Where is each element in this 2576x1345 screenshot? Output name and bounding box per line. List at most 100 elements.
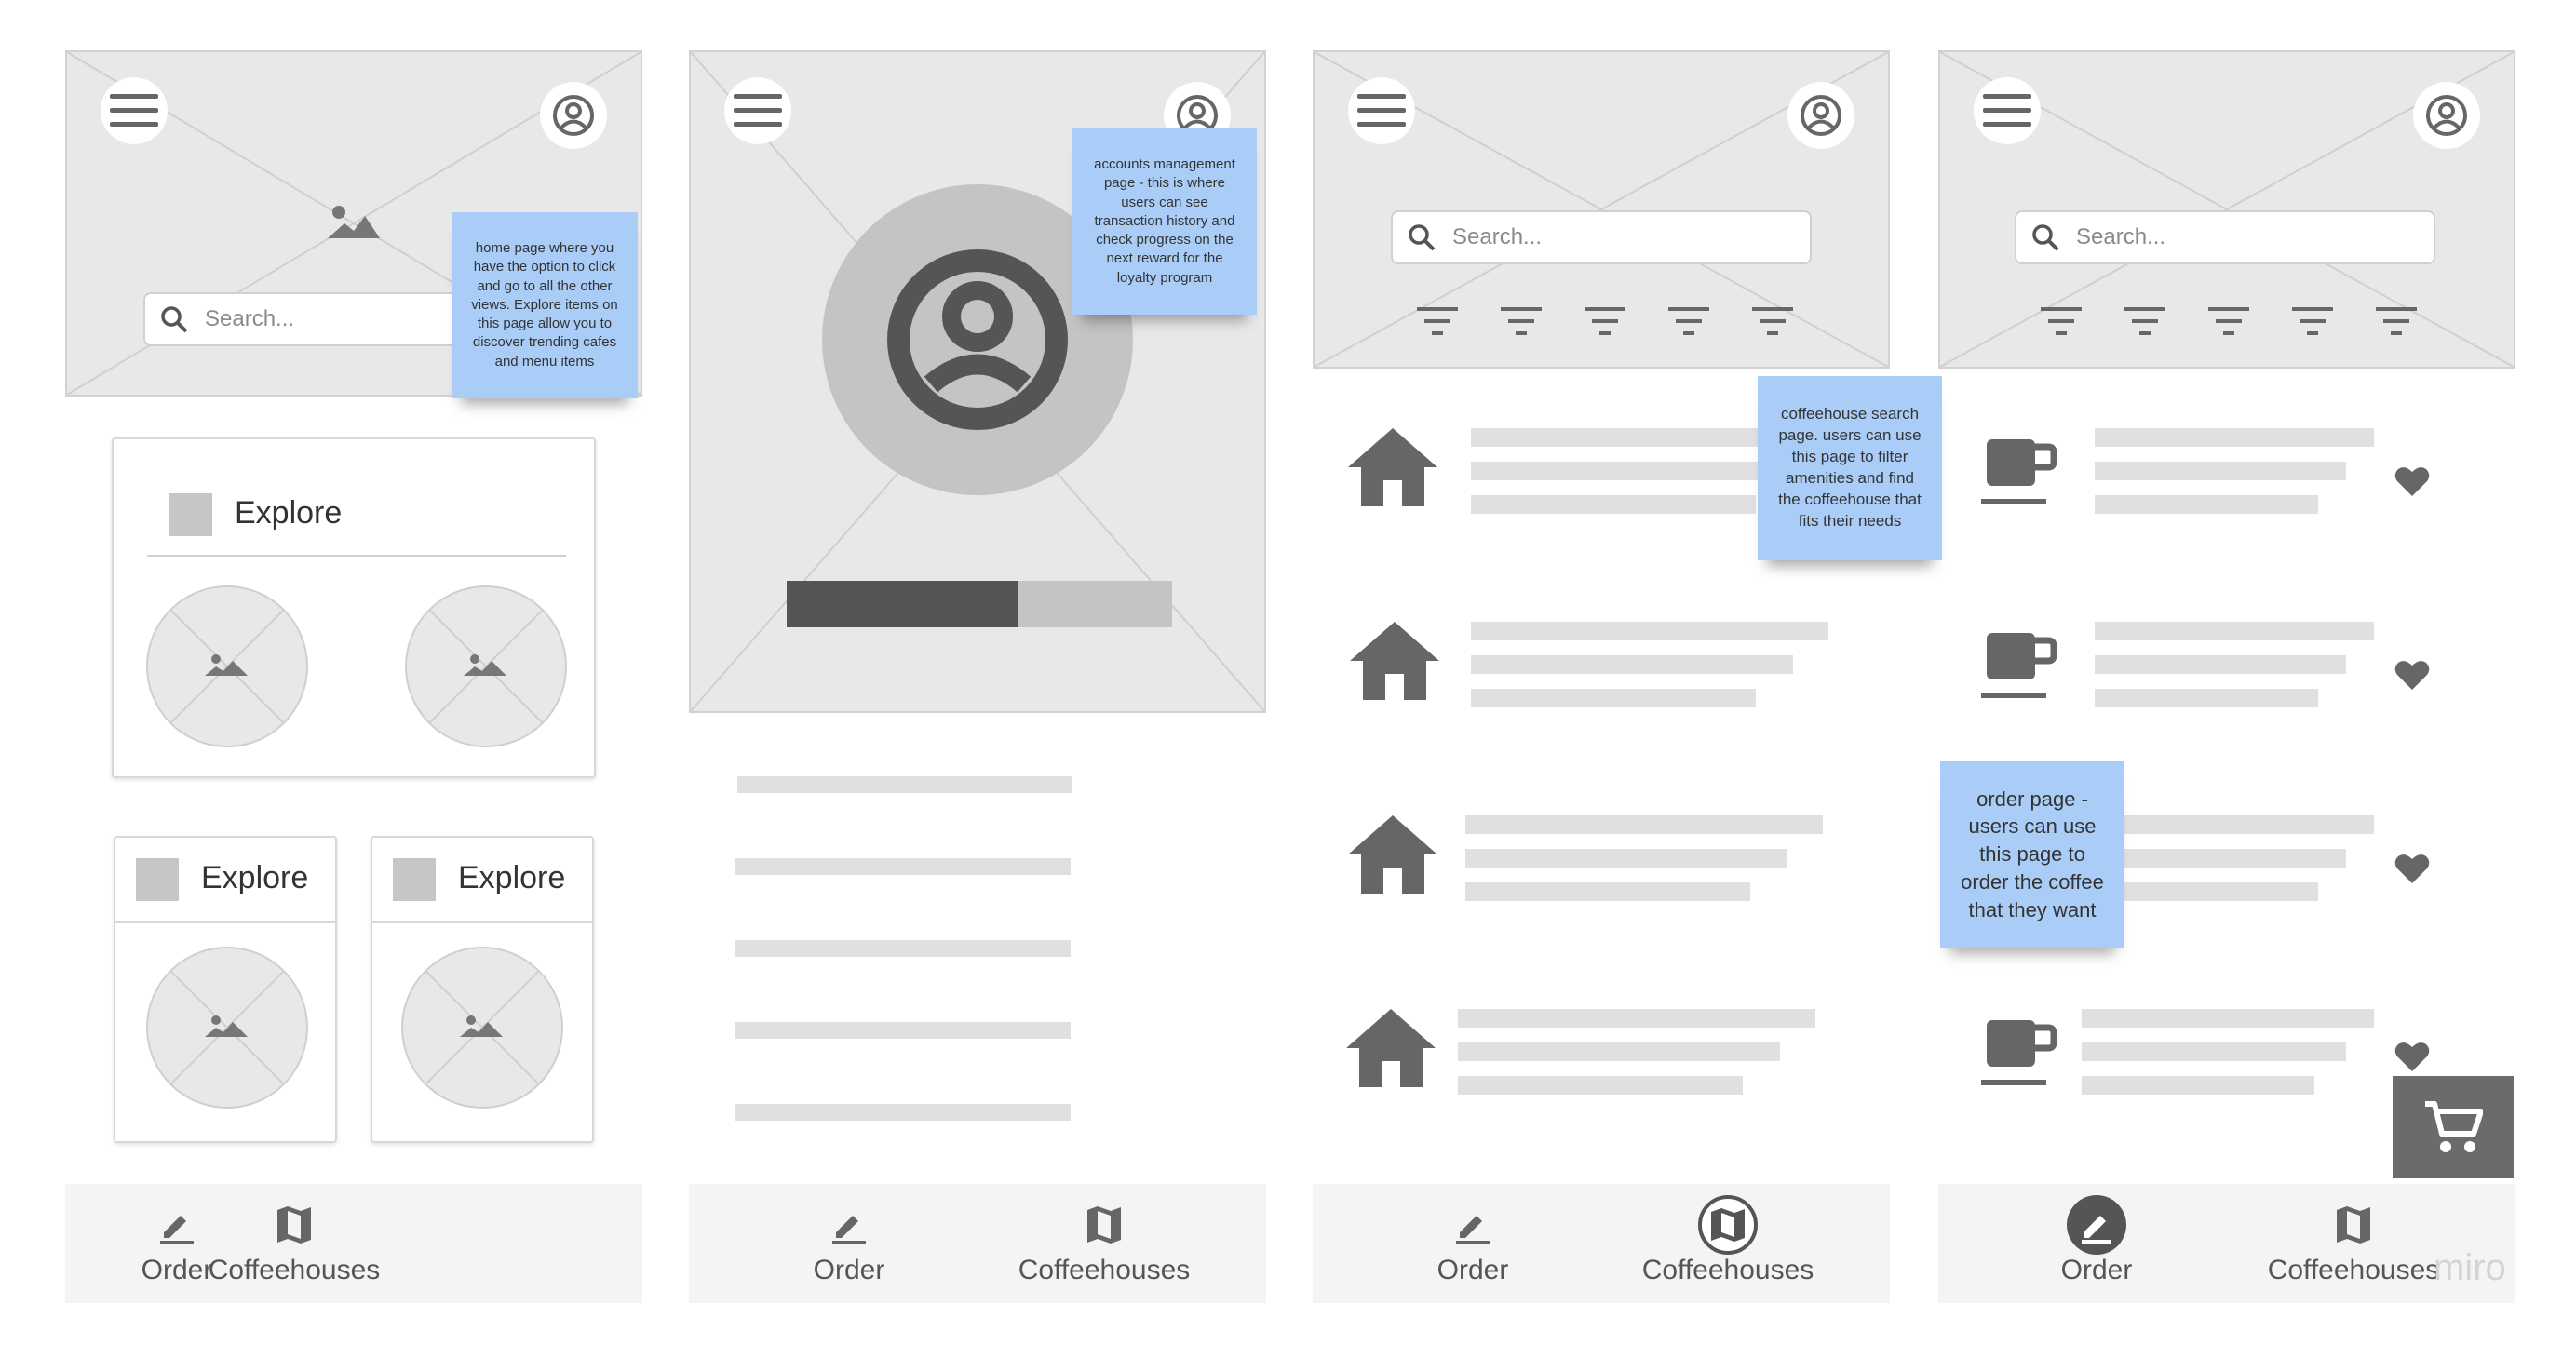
account-icon: [2426, 95, 2467, 136]
explore-card-large[interactable]: Explore: [112, 437, 596, 778]
explore-thumbnail[interactable]: [400, 946, 564, 1110]
nav-order[interactable]: Order: [737, 1204, 961, 1286]
heart-icon[interactable]: [2394, 1041, 2430, 1072]
explore-square: [169, 493, 212, 536]
home-icon: [1350, 622, 1439, 700]
explore-thumbnail[interactable]: [145, 946, 309, 1110]
coffeehouse-result[interactable]: [1348, 618, 1832, 711]
explore-title: Explore: [201, 860, 309, 895]
bottom-nav: Order Coffeehouses: [65, 1184, 642, 1303]
coffeehouse-result[interactable]: [1346, 812, 1830, 905]
filter-icon[interactable]: [1501, 307, 1542, 337]
filter-icon[interactable]: [1417, 307, 1458, 337]
result-line: [1458, 1042, 1780, 1061]
coffeehouse-result[interactable]: [1344, 1005, 1828, 1098]
nav-coffeehouses[interactable]: Coffeehouses: [164, 1204, 425, 1286]
filter-icon[interactable]: [2292, 307, 2333, 337]
search-input[interactable]: [1450, 223, 1756, 251]
result-line: [1458, 1009, 1815, 1028]
search-icon: [1409, 224, 1436, 251]
explore-card-small[interactable]: Explore: [114, 836, 337, 1143]
coffee-cup-icon: [1981, 1020, 2057, 1085]
bottom-nav: Order Coffeehouses: [1313, 1184, 1890, 1303]
nav-coffeehouses[interactable]: Coffeehouses: [1598, 1195, 1858, 1286]
pencil-icon: [1456, 1216, 1490, 1244]
item-line: [2095, 655, 2346, 674]
result-line: [1471, 689, 1756, 707]
hamburger-icon: [1357, 94, 1406, 127]
transaction-row[interactable]: [735, 940, 1071, 957]
coffeehouse-search-bar[interactable]: [1391, 210, 1812, 264]
home-icon: [1346, 1009, 1436, 1087]
home-icon: [1348, 428, 1437, 506]
menu-button[interactable]: [1348, 77, 1415, 144]
result-line: [1465, 882, 1750, 901]
map-icon: [277, 1206, 311, 1244]
explore-thumbnail[interactable]: [404, 585, 568, 748]
transaction-row[interactable]: [737, 776, 1072, 793]
home-search-bar[interactable]: [143, 292, 475, 346]
cart-button[interactable]: [2393, 1076, 2514, 1178]
filter-icon[interactable]: [2376, 307, 2417, 337]
item-line: [2095, 462, 2346, 480]
filter-icon[interactable]: [2124, 307, 2165, 337]
account-icon: [1801, 95, 1841, 136]
nav-order[interactable]: Order: [1361, 1204, 1585, 1286]
nav-order-label: Order: [813, 1255, 885, 1285]
miro-watermark: miro: [2434, 1247, 2506, 1288]
explore-thumbnail[interactable]: [145, 585, 309, 748]
search-input[interactable]: [203, 305, 441, 333]
hamburger-icon: [734, 94, 782, 127]
bottom-nav: Order Coffeehouses: [689, 1184, 1266, 1303]
transaction-row[interactable]: [735, 858, 1071, 875]
map-icon: [2337, 1206, 2370, 1244]
explore-card-small[interactable]: Explore: [371, 836, 594, 1143]
item-line: [2095, 428, 2374, 447]
item-line: [2095, 622, 2374, 640]
transaction-row[interactable]: [735, 1104, 1071, 1121]
image-icon: [328, 206, 380, 238]
menu-button[interactable]: [1974, 77, 2041, 144]
loyalty-progress-fill: [787, 581, 1018, 627]
nav-order-label: Order: [1436, 1255, 1509, 1285]
filter-icon[interactable]: [2208, 307, 2249, 337]
account-button[interactable]: [540, 82, 607, 149]
menu-button[interactable]: [724, 77, 791, 144]
explore-square: [393, 858, 436, 901]
sticky-note-text: order page - users can use this page to …: [1961, 787, 2104, 921]
search-input[interactable]: [2074, 223, 2380, 251]
bottom-nav: Order Coffeehouses: [1938, 1184, 2515, 1303]
item-line: [2095, 882, 2318, 901]
heart-icon[interactable]: [2394, 853, 2430, 884]
account-button[interactable]: [2413, 82, 2480, 149]
account-button[interactable]: [1787, 82, 1854, 149]
heart-icon[interactable]: [2394, 465, 2430, 497]
filter-icon[interactable]: [1585, 307, 1625, 337]
transaction-row[interactable]: [735, 1022, 1071, 1039]
menu-button[interactable]: [101, 77, 168, 144]
filter-icon[interactable]: [1668, 307, 1709, 337]
nav-order-label: Order: [2060, 1255, 2133, 1285]
result-line: [1458, 1076, 1743, 1095]
item-line: [2095, 495, 2318, 514]
coffee-cup-icon: [1981, 633, 2057, 698]
menu-search-bar[interactable]: [2015, 210, 2435, 264]
sticky-note-account: accounts management page - this is where…: [1072, 128, 1257, 315]
result-line: [1471, 495, 1756, 514]
heart-icon[interactable]: [2394, 659, 2430, 691]
home-icon: [1348, 815, 1437, 894]
result-line: [1471, 462, 1793, 480]
menu-item[interactable]: [1979, 622, 2445, 715]
nav-coffeehouses[interactable]: Coffeehouses: [974, 1204, 1234, 1286]
menu-item[interactable]: [1979, 428, 2445, 521]
nav-coffeehouses-label: Coffeehouses: [208, 1255, 381, 1285]
loyalty-progress-bar: [787, 581, 1172, 627]
menu-item[interactable]: [1979, 1009, 2445, 1102]
explore-title: Explore: [458, 860, 566, 895]
nav-order[interactable]: Order: [1985, 1195, 2208, 1286]
search-icon: [2032, 224, 2059, 251]
result-line: [1471, 622, 1828, 640]
filter-icon[interactable]: [2041, 307, 2082, 337]
filter-icon[interactable]: [1752, 307, 1793, 337]
nav-coffeehouses-label: Coffeehouses: [1641, 1255, 1814, 1285]
